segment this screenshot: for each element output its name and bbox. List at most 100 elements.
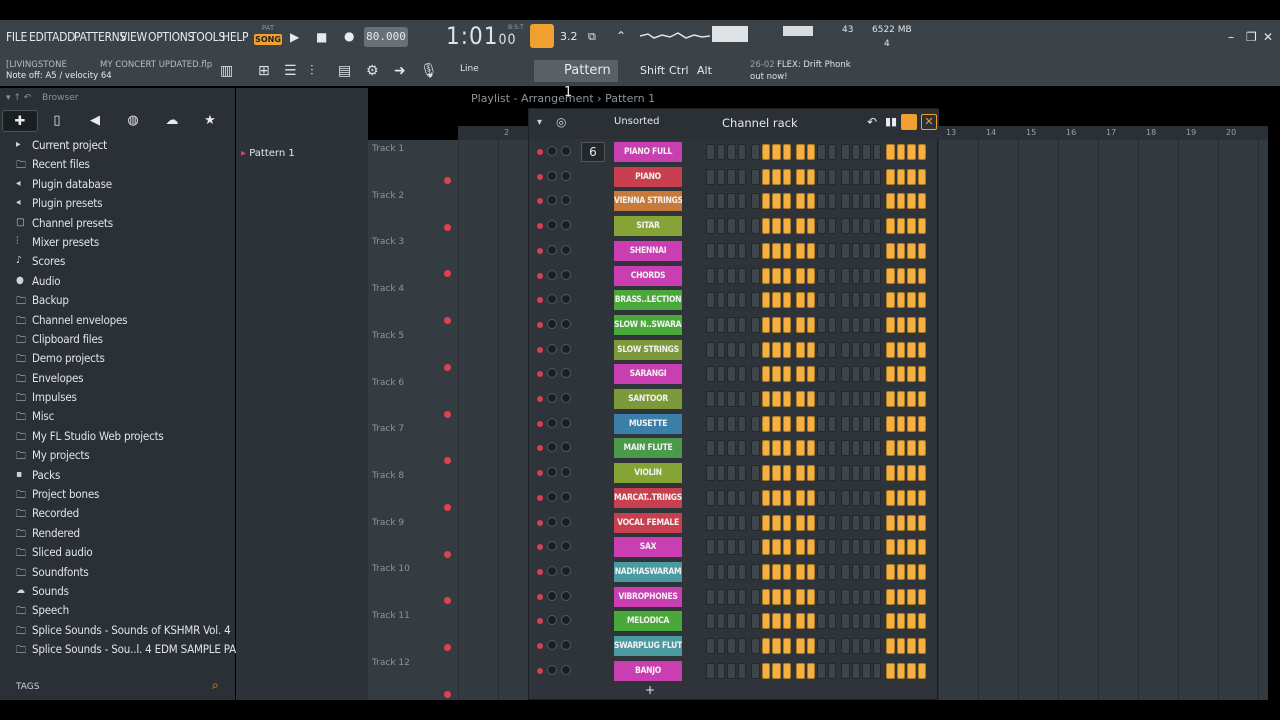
step-button[interactable] — [751, 440, 760, 457]
step-button[interactable] — [851, 415, 860, 432]
step-button[interactable] — [761, 341, 770, 358]
channel-mute-led[interactable] — [537, 346, 543, 353]
track-label[interactable]: Track 12 — [372, 658, 410, 668]
step-button[interactable] — [751, 465, 760, 482]
step-button[interactable] — [727, 168, 736, 185]
step-button[interactable] — [817, 391, 826, 407]
channel-name-button[interactable]: PIANO FULL — [614, 142, 682, 162]
step-button[interactable] — [772, 613, 781, 630]
step-button[interactable] — [782, 613, 791, 630]
step-button[interactable] — [706, 514, 715, 531]
step-button[interactable] — [706, 662, 715, 679]
channel-mute-led[interactable] — [537, 420, 543, 427]
step-button[interactable] — [872, 292, 881, 309]
step-button[interactable] — [827, 514, 836, 531]
browser-item[interactable]: 🗀 Demo projects — [0, 351, 235, 370]
step-button[interactable] — [772, 341, 781, 358]
step-button[interactable] — [827, 292, 836, 309]
step-button[interactable] — [827, 638, 836, 654]
channel-name-button[interactable]: CHORDS — [614, 265, 682, 286]
step-button[interactable] — [806, 242, 815, 259]
channel-mute-led[interactable] — [537, 173, 543, 180]
step-button[interactable] — [907, 613, 916, 630]
swing-icon[interactable]: ◎ — [556, 115, 566, 129]
browser-item[interactable]: 🗀 Channel envelopes — [0, 313, 235, 332]
step-button[interactable] — [806, 613, 815, 630]
step-button[interactable] — [872, 366, 881, 383]
step-button[interactable] — [806, 588, 815, 605]
track-record-dot[interactable] — [444, 457, 451, 465]
step-button[interactable] — [782, 341, 791, 358]
channel-mute-led[interactable] — [537, 544, 543, 551]
browser-item[interactable]: 🗀 My FL Studio Web projects — [0, 429, 235, 448]
volume-knob[interactable] — [561, 565, 571, 576]
step-button[interactable] — [706, 193, 715, 210]
channel-name-button[interactable]: VIENNA STRINGS — [614, 191, 682, 212]
step-button[interactable] — [806, 489, 815, 506]
step-button[interactable] — [862, 563, 871, 580]
step-button[interactable] — [886, 267, 895, 284]
step-button[interactable] — [796, 638, 805, 654]
step-button[interactable] — [796, 391, 805, 407]
channel-mute-led[interactable] — [537, 494, 543, 501]
step-button[interactable] — [782, 588, 791, 605]
channel-mute-led[interactable] — [537, 223, 543, 230]
step-button[interactable] — [737, 391, 746, 407]
track-label[interactable]: Track 5 — [372, 331, 404, 341]
step-button[interactable] — [851, 465, 860, 482]
track-record-dot[interactable] — [444, 550, 451, 558]
step-button[interactable] — [761, 193, 770, 210]
pattern-item[interactable]: ▸ Pattern 1 — [241, 148, 295, 159]
step-button[interactable] — [917, 366, 926, 383]
step-button[interactable] — [817, 440, 826, 457]
step-button[interactable] — [896, 391, 905, 407]
pattern-selector[interactable]: Pattern 1 — [534, 60, 618, 100]
step-button[interactable] — [851, 218, 860, 235]
pan-knob[interactable] — [547, 442, 557, 453]
playlist-icon[interactable]: ⊞ — [258, 63, 270, 79]
step-button[interactable] — [917, 514, 926, 531]
step-button[interactable] — [806, 168, 815, 185]
volume-knob[interactable] — [561, 393, 571, 403]
step-button[interactable] — [806, 316, 815, 333]
channel-name-button[interactable]: SAX — [614, 537, 682, 558]
step-button[interactable] — [727, 316, 736, 333]
browser-menu-icon[interactable]: ▾ ↑ ↶ — [6, 93, 31, 103]
step-button[interactable] — [761, 292, 770, 309]
step-button[interactable] — [886, 514, 895, 531]
pan-knob[interactable] — [547, 467, 557, 478]
step-button[interactable] — [796, 465, 805, 482]
step-button[interactable] — [806, 415, 815, 432]
pan-knob[interactable] — [547, 269, 557, 280]
step-button[interactable] — [782, 267, 791, 284]
step-button[interactable] — [727, 514, 736, 531]
add-channel-icon[interactable]: + — [645, 683, 655, 697]
step-button[interactable] — [761, 316, 770, 333]
step-button[interactable] — [907, 514, 916, 531]
channel-name-button[interactable]: SHENNAI — [614, 240, 682, 261]
step-button[interactable] — [896, 341, 905, 358]
step-button[interactable] — [872, 391, 881, 407]
step-button[interactable] — [716, 292, 725, 309]
news-title[interactable]: FLEX: Drift Phonk — [777, 60, 851, 70]
step-button[interactable] — [727, 440, 736, 457]
step-button[interactable] — [872, 539, 881, 556]
step-button[interactable] — [817, 366, 826, 383]
volume-knob[interactable] — [561, 368, 571, 379]
step-button[interactable] — [737, 316, 746, 333]
step-button[interactable] — [737, 539, 746, 556]
track-label[interactable]: Track 6 — [372, 378, 404, 388]
channel-rack-icon[interactable]: ☰ — [284, 63, 297, 79]
channel-name-button[interactable]: BANJO — [614, 660, 682, 681]
channel-name-button[interactable]: SLOW N..SWARAM — [614, 314, 682, 335]
step-button[interactable] — [782, 539, 791, 556]
step-button[interactable] — [817, 588, 826, 605]
step-button[interactable] — [827, 341, 836, 358]
step-button[interactable] — [761, 391, 770, 407]
step-button[interactable] — [851, 539, 860, 556]
step-button[interactable] — [796, 292, 805, 309]
volume-knob[interactable] — [561, 220, 571, 231]
step-button[interactable] — [896, 539, 905, 556]
step-button[interactable] — [751, 366, 760, 383]
step-button[interactable] — [841, 316, 850, 333]
